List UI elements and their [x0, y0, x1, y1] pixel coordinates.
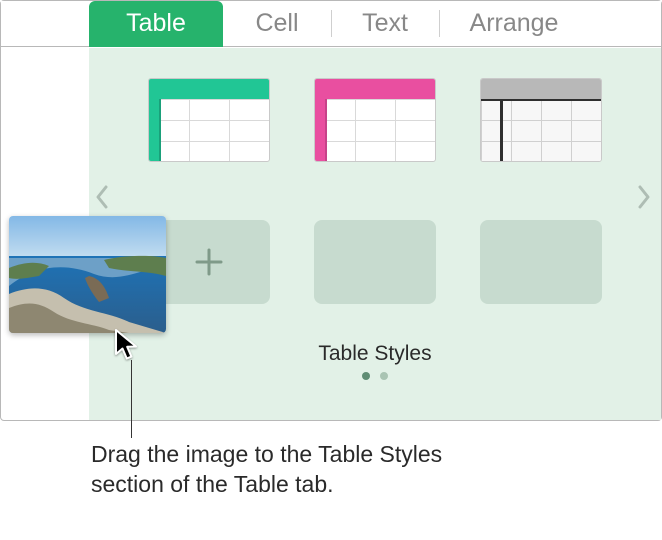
tab-table[interactable]: Table: [89, 1, 223, 47]
pager-dot[interactable]: [380, 372, 388, 380]
chevron-left-icon[interactable]: [95, 184, 109, 216]
add-table-style-button[interactable]: [148, 220, 270, 304]
pointer-cursor-icon: [114, 328, 140, 367]
table-style-slot-empty: [314, 220, 436, 304]
pager-dot[interactable]: [362, 372, 370, 380]
table-style-pink[interactable]: [314, 78, 436, 162]
inspector-window: Table Cell Text Arrange: [0, 0, 662, 421]
table-styles-slots: [89, 220, 661, 304]
chevron-right-icon[interactable]: [637, 184, 651, 216]
table-style-teal[interactable]: [148, 78, 270, 162]
table-style-gray[interactable]: [480, 78, 602, 162]
table-styles-section-label: Table Styles: [89, 342, 661, 366]
tab-cell[interactable]: Cell: [223, 1, 331, 46]
table-styles-row: [89, 78, 661, 162]
callout-text: Drag the image to the Table Styles secti…: [91, 440, 521, 500]
tab-text[interactable]: Text: [331, 1, 439, 46]
tab-arrange[interactable]: Arrange: [439, 1, 589, 46]
dragged-image[interactable]: [9, 216, 166, 333]
format-tabs: Table Cell Text Arrange: [1, 1, 661, 47]
callout-leader-line: [131, 360, 132, 438]
table-style-slot-empty: [480, 220, 602, 304]
table-panel: Table Styles: [89, 48, 661, 420]
table-styles-pager: [89, 372, 661, 380]
